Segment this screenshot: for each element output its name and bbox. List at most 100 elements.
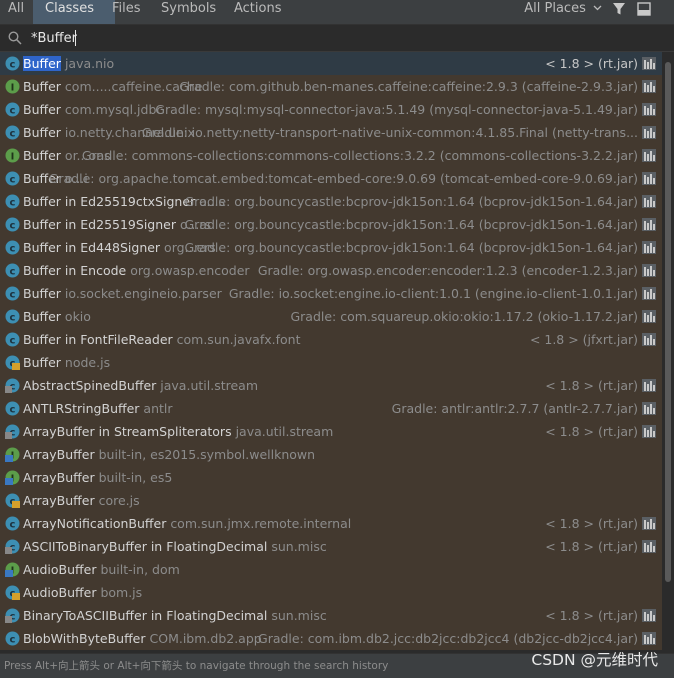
package-context: java.nio xyxy=(64,56,115,71)
result-row[interactable]: c Buffer okio Gradle: com.squareup.okio:ok… xyxy=(0,305,662,328)
class-icon: c xyxy=(5,102,20,117)
places-label: All Places xyxy=(524,1,586,16)
result-name: ANTLRStringBuffer antlr xyxy=(23,397,173,420)
class-name: ASCIIToBinaryBuffer in FloatingDecimal xyxy=(23,539,272,554)
result-name: Buffer okio xyxy=(23,305,91,328)
library-icon xyxy=(642,126,656,139)
package-context: built-in, dom xyxy=(100,562,180,577)
class-name: AbstractSpinedBuffer xyxy=(23,378,161,393)
library-icon xyxy=(642,241,656,254)
svg-text:c: c xyxy=(10,174,16,185)
svg-text:c: c xyxy=(10,634,16,645)
result-row[interactable]: c ANTLRStringBuffer antlr Gradle: antlr:an… xyxy=(0,397,662,420)
result-row[interactable]: c Buffer java.nio < 1.8 > (rt.jar) xyxy=(0,52,662,75)
result-row[interactable]: c Buffer in FontFileReader com.sun.javafx… xyxy=(0,328,662,351)
svg-text:c: c xyxy=(10,128,16,139)
package-context: COM.ibm.db2.app xyxy=(149,631,262,646)
result-row[interactable]: c Buffer in Ed25519Signer o...rs Gradle: o… xyxy=(0,213,662,236)
library-icon xyxy=(642,379,656,392)
package-context: com.sun.javafx.font xyxy=(176,332,301,347)
tab-actions[interactable]: Actions xyxy=(234,0,294,24)
result-row[interactable]: IAudioBuffer built-in, dom xyxy=(0,558,662,581)
result-name: AbstractSpinedBuffer java.util.stream xyxy=(23,374,258,397)
result-row[interactable]: c BinaryToASCIIBuffer in FloatingDecimal … xyxy=(0,604,662,627)
result-name: Buffer node.js xyxy=(23,351,110,374)
search-bar xyxy=(0,25,674,52)
result-row[interactable]: cArrayBuffer core.js xyxy=(0,489,662,512)
library-location: Gradle: io.netty:netty-transport-native-… xyxy=(141,125,638,140)
search-icon xyxy=(8,31,22,45)
class-name: Buffer in Encode xyxy=(23,263,131,278)
class-icon: c xyxy=(5,194,20,209)
search-input[interactable] xyxy=(31,28,631,48)
library-location: Gradle: com.squareup.okio:okio:1.17.2 (o… xyxy=(290,309,638,324)
result-row[interactable]: c Buffer in Ed448Signer org...ers Gradle: … xyxy=(0,236,662,259)
result-row[interactable]: cAudioBuffer bom.js xyxy=(0,581,662,604)
filter-icon[interactable] xyxy=(612,2,626,16)
result-name: ASCIIToBinaryBuffer in FloatingDecimal s… xyxy=(23,535,327,558)
result-name: ArrayBuffer built-in, es2015.symbol.well… xyxy=(23,443,315,466)
result-row[interactable]: c Buffer in Ed25519ctxSigner o...s Gradle:… xyxy=(0,190,662,213)
result-row[interactable]: IArrayBuffer built-in, es2015.symbol.wel… xyxy=(0,443,662,466)
svg-text:c: c xyxy=(10,404,16,415)
svg-text:c: c xyxy=(10,105,16,116)
result-name: AudioBuffer built-in, dom xyxy=(23,558,180,581)
scrollbar-thumb[interactable] xyxy=(665,62,671,582)
result-name: Buffer java.nio xyxy=(23,52,114,75)
result-row[interactable]: cBuffer node.js xyxy=(0,351,662,374)
class-icon: c xyxy=(5,309,20,324)
result-row[interactable]: c ArrayBuffer in StreamSpliterators java.… xyxy=(0,420,662,443)
result-name: ArrayBuffer core.js xyxy=(23,489,140,512)
vertical-scrollbar[interactable] xyxy=(662,52,674,653)
library-icon xyxy=(642,80,656,93)
package-context: java.util.stream xyxy=(235,424,334,439)
result-row[interactable]: c Buffer com.mysql.jdbc Gradle: mysql:mysq… xyxy=(0,98,662,121)
library-location: < 1.8 > (rt.jar) xyxy=(545,539,638,554)
class-name: AudioBuffer xyxy=(23,562,101,577)
result-row[interactable]: c Buffer o...i Gradle: org.apache.tomcat.e… xyxy=(0,167,662,190)
svg-text:c: c xyxy=(10,220,16,231)
result-row[interactable]: c Buffer io.netty.channel.unix Gradle: io.… xyxy=(0,121,662,144)
abstract-class-icon: c xyxy=(5,424,20,439)
library-icon xyxy=(642,609,656,622)
svg-text:c: c xyxy=(10,519,16,530)
tab-bar: All Classes Files Symbols Actions All Pl… xyxy=(0,0,674,25)
class-name: Buffer xyxy=(23,102,65,117)
result-name: Buffer com.mysql.jdbc xyxy=(23,98,163,121)
tab-classes[interactable]: Classes xyxy=(33,0,115,24)
class-name: Buffer xyxy=(23,286,65,301)
result-row[interactable]: c Buffer in Encode org.owasp.encoder Gradl… xyxy=(0,259,662,282)
tab-symbols[interactable]: Symbols xyxy=(161,0,221,24)
tab-files[interactable]: Files xyxy=(112,0,152,24)
result-row[interactable]: IArrayBuffer built-in, es5 xyxy=(0,466,662,489)
package-context: java.util.stream xyxy=(160,378,258,393)
result-row[interactable]: c BlobWithByteBuffer COM.ibm.db2.app Gradl… xyxy=(0,627,662,650)
library-icon xyxy=(642,310,656,323)
result-row[interactable]: c Buffer io.socket.engineio.parser Gradle:… xyxy=(0,282,662,305)
library-location: Gradle: commons-collections:commons-coll… xyxy=(81,148,638,163)
abstract-class-icon: c xyxy=(5,608,20,623)
package-context: antlr xyxy=(143,401,173,416)
library-icon xyxy=(642,517,656,530)
result-row[interactable]: c ArrayNotificationBuffer com.sun.jmx.rem… xyxy=(0,512,662,535)
places-dropdown[interactable]: All Places xyxy=(524,0,602,18)
svg-text:I: I xyxy=(11,82,15,93)
result-row[interactable]: c ASCIIToBinaryBuffer in FloatingDecimal … xyxy=(0,535,662,558)
svg-text:c: c xyxy=(10,197,16,208)
interface-icon: I xyxy=(5,148,20,163)
library-icon xyxy=(642,425,656,438)
watermark: CSDN @元维时代 xyxy=(531,651,658,669)
result-row[interactable]: I Buffer or...ons Gradle: commons-collecti… xyxy=(0,144,662,167)
ts-interface-icon: I xyxy=(5,447,20,462)
library-location: Gradle: antlr:antlr:2.7.7 (antlr-2.7.7.j… xyxy=(391,401,638,416)
class-name: AudioBuffer xyxy=(23,585,101,600)
library-icon xyxy=(642,172,656,185)
result-row[interactable]: I Buffer com.....caffeine.cache Gradle: co… xyxy=(0,75,662,98)
class-icon: c xyxy=(5,217,20,232)
class-icon: c xyxy=(5,332,20,347)
package-context: node.js xyxy=(64,355,111,370)
svg-text:I: I xyxy=(11,151,15,162)
result-row[interactable]: c AbstractSpinedBuffer java.util.stream < … xyxy=(0,374,662,397)
preview-icon[interactable] xyxy=(637,2,651,16)
package-context: built-in, es2015.symbol.wellknown xyxy=(98,447,316,462)
